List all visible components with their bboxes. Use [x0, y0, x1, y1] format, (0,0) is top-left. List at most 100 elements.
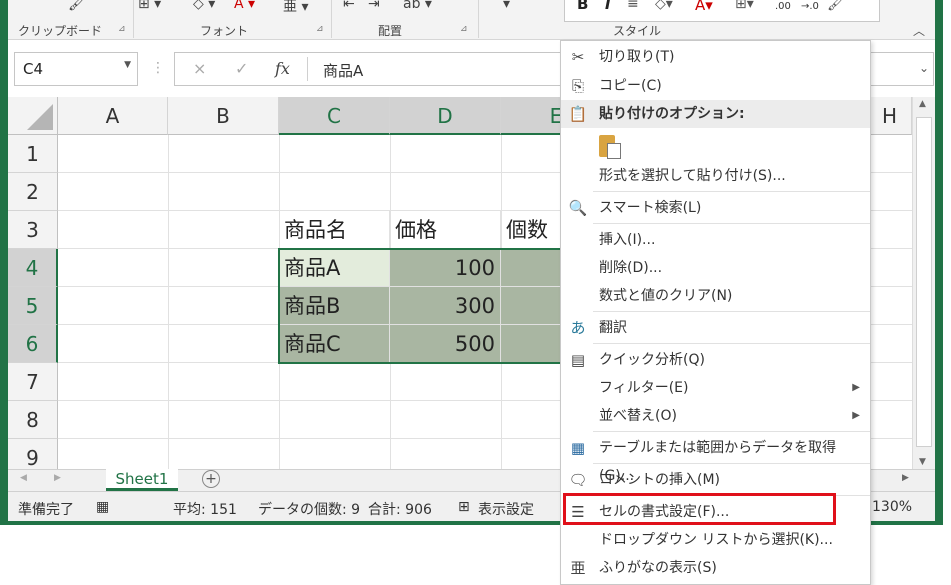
next-sheet-icon[interactable]: ▶ — [54, 473, 61, 483]
indent-decrease-icon[interactable]: ⇤ — [343, 0, 355, 12]
sheet-tab-sheet1[interactable]: Sheet1 — [106, 469, 178, 491]
menu-separator — [593, 311, 870, 312]
paste-option-button[interactable] — [597, 133, 625, 161]
comment-icon: 🗨 — [568, 471, 588, 489]
status-sum: 合計: 906 — [368, 502, 432, 518]
add-sheet-button[interactable]: + — [202, 470, 220, 488]
furigana-icon: 亜 — [570, 559, 586, 577]
format-painter-mini-icon[interactable]: 🖌 — [827, 0, 845, 12]
cell-d3[interactable]: 価格 — [390, 211, 501, 249]
formula-value[interactable]: 商品A — [323, 60, 363, 81]
scissors-icon: ✂ — [571, 48, 585, 66]
increase-decimal-button[interactable]: .00 — [775, 1, 791, 12]
clipboard-launcher-icon[interactable]: ⊿ — [118, 24, 126, 34]
macro-record-icon[interactable]: ▦ — [96, 499, 109, 515]
indent-increase-icon[interactable]: ⇥ — [368, 0, 380, 12]
ribbon-divider — [331, 0, 332, 38]
formula-bar-grip-icon: ⋮ — [151, 60, 165, 76]
menu-item-sort[interactable]: 並べ替え(O) ▶ — [561, 402, 870, 430]
display-settings-label[interactable]: 表示設定 — [478, 499, 534, 519]
border-icon[interactable]: ⊞ ▾ — [138, 0, 161, 12]
zoom-level[interactable]: 130% — [872, 499, 912, 515]
menu-item-smart-lookup[interactable]: 🔍 スマート検索(L) — [561, 194, 870, 222]
menu-item-label: コピー(C) — [599, 78, 662, 94]
menu-item-get-data[interactable]: ▦ テーブルまたは範囲からデータを取得(G)... — [561, 434, 870, 484]
row-header-8[interactable]: 8 — [8, 401, 58, 439]
menu-item-label: ドロップダウン リストから選択(K)... — [599, 532, 833, 548]
row-header-6[interactable]: 6 — [8, 325, 58, 363]
column-header-b[interactable]: B — [168, 97, 279, 135]
prev-sheet-icon[interactable]: ◀ — [20, 473, 27, 483]
row-header-4[interactable]: 4 — [8, 249, 58, 287]
column-header-d[interactable]: D — [390, 97, 501, 135]
collapse-ribbon-icon[interactable]: ︿ — [913, 22, 925, 39]
align-center-icon[interactable]: ≡ — [627, 0, 639, 12]
confirm-icon[interactable]: ✓ — [235, 59, 248, 78]
menu-item-label: 切り取り(T) — [599, 49, 675, 65]
menu-item-cut[interactable]: ✂ 切り取り(T) — [561, 43, 870, 71]
menu-item-label: コメントの挿入(M) — [599, 472, 721, 488]
menu-item-translate[interactable]: あ翻訳 — [561, 314, 870, 342]
ribbon-group-font: フォント — [200, 24, 249, 38]
menu-separator — [593, 343, 870, 344]
menu-item-label: 削除(D)... — [599, 260, 663, 276]
submenu-arrow-icon: ▶ — [852, 382, 860, 393]
menu-item-label: 貼り付けのオプション: — [599, 106, 745, 122]
font-color-icon[interactable]: A ▾ — [234, 0, 255, 12]
row-header-2[interactable]: 2 — [8, 173, 58, 211]
row-header-1[interactable]: 1 — [8, 135, 58, 173]
menu-item-insert[interactable]: 挿入(I)... — [561, 226, 870, 254]
scroll-thumb[interactable] — [916, 117, 932, 447]
scroll-up-icon[interactable]: ▲ — [919, 99, 926, 109]
insert-function-icon[interactable]: fx — [275, 59, 290, 78]
font-color-mini-icon[interactable]: A▾ — [695, 0, 713, 14]
menu-separator — [593, 191, 870, 192]
italic-button[interactable]: I — [605, 0, 611, 13]
select-all-corner[interactable] — [8, 97, 58, 135]
font-launcher-icon[interactable]: ⊿ — [316, 24, 324, 34]
chevron-down-icon[interactable]: ▼ — [124, 60, 131, 70]
border-mini-icon[interactable]: ⊞▾ — [735, 0, 754, 12]
row-header-5[interactable]: 5 — [8, 287, 58, 325]
menu-item-delete[interactable]: 削除(D)... — [561, 254, 870, 282]
menu-item-copy[interactable]: ⎘ コピー(C) — [561, 72, 870, 100]
bold-button[interactable]: B — [577, 0, 588, 13]
mini-toolbar: B I ≡ ◇▾ A▾ ⊞▾ .00 →.0 🖌 — [564, 0, 880, 22]
dropdown-icon[interactable]: ▾ — [503, 0, 510, 12]
column-header-h[interactable]: H — [868, 97, 912, 135]
menu-item-paste-special[interactable]: 形式を選択して貼り付け(S)... — [561, 162, 870, 190]
menu-item-filter[interactable]: フィルター(E) ▶ — [561, 374, 870, 402]
fill-color-mini-icon[interactable]: ◇▾ — [655, 0, 673, 12]
scroll-right-icon[interactable]: ▶ — [902, 473, 909, 483]
row-header-9[interactable]: 9 — [8, 439, 58, 469]
phonetic-icon[interactable]: 亜 ▾ — [283, 0, 308, 16]
menu-item-clear-contents[interactable]: 数式と値のクリア(N) — [561, 282, 870, 310]
decrease-decimal-button[interactable]: →.0 — [801, 1, 819, 12]
clipboard-icon: 📋 — [568, 105, 588, 123]
menu-item-show-phonetic[interactable]: 亜ふりがなの表示(S) — [561, 554, 870, 582]
menu-item-quick-analysis[interactable]: ▤ クイック分析(Q) — [561, 346, 870, 374]
menu-separator — [593, 223, 870, 224]
cancel-icon[interactable]: × — [193, 59, 206, 78]
alignment-launcher-icon[interactable]: ⊿ — [460, 24, 468, 34]
menu-item-pick-from-list[interactable]: ドロップダウン リストから選択(K)... — [561, 526, 870, 554]
status-count: データの個数: 9 — [258, 502, 361, 518]
column-header-a[interactable]: A — [58, 97, 168, 135]
name-box[interactable]: C4 ▼ — [14, 52, 138, 86]
orientation-icon[interactable]: ab ▾ — [403, 0, 432, 12]
formula-divider — [307, 57, 308, 81]
display-settings-icon[interactable]: ⊞ — [458, 499, 470, 515]
format-painter-icon[interactable]: 🖌 — [68, 0, 86, 12]
vertical-scrollbar[interactable]: ▲ ▼ — [912, 97, 935, 469]
expand-formula-icon[interactable]: ⌄ — [919, 61, 929, 75]
menu-item-label: スマート検索(L) — [599, 200, 702, 216]
cell-c3[interactable]: 商品名 — [279, 211, 390, 249]
row-header-7[interactable]: 7 — [8, 363, 58, 401]
menu-item-insert-comment[interactable]: 🗨 コメントの挿入(M) — [561, 466, 870, 494]
column-header-c[interactable]: C — [279, 97, 390, 135]
submenu-arrow-icon: ▶ — [852, 410, 860, 421]
fill-color-icon[interactable]: ◇ ▾ — [193, 0, 215, 12]
scroll-down-icon[interactable]: ▼ — [919, 457, 926, 467]
menu-header-paste-options: 📋 貼り付けのオプション: — [561, 100, 870, 128]
row-header-3[interactable]: 3 — [8, 211, 58, 249]
